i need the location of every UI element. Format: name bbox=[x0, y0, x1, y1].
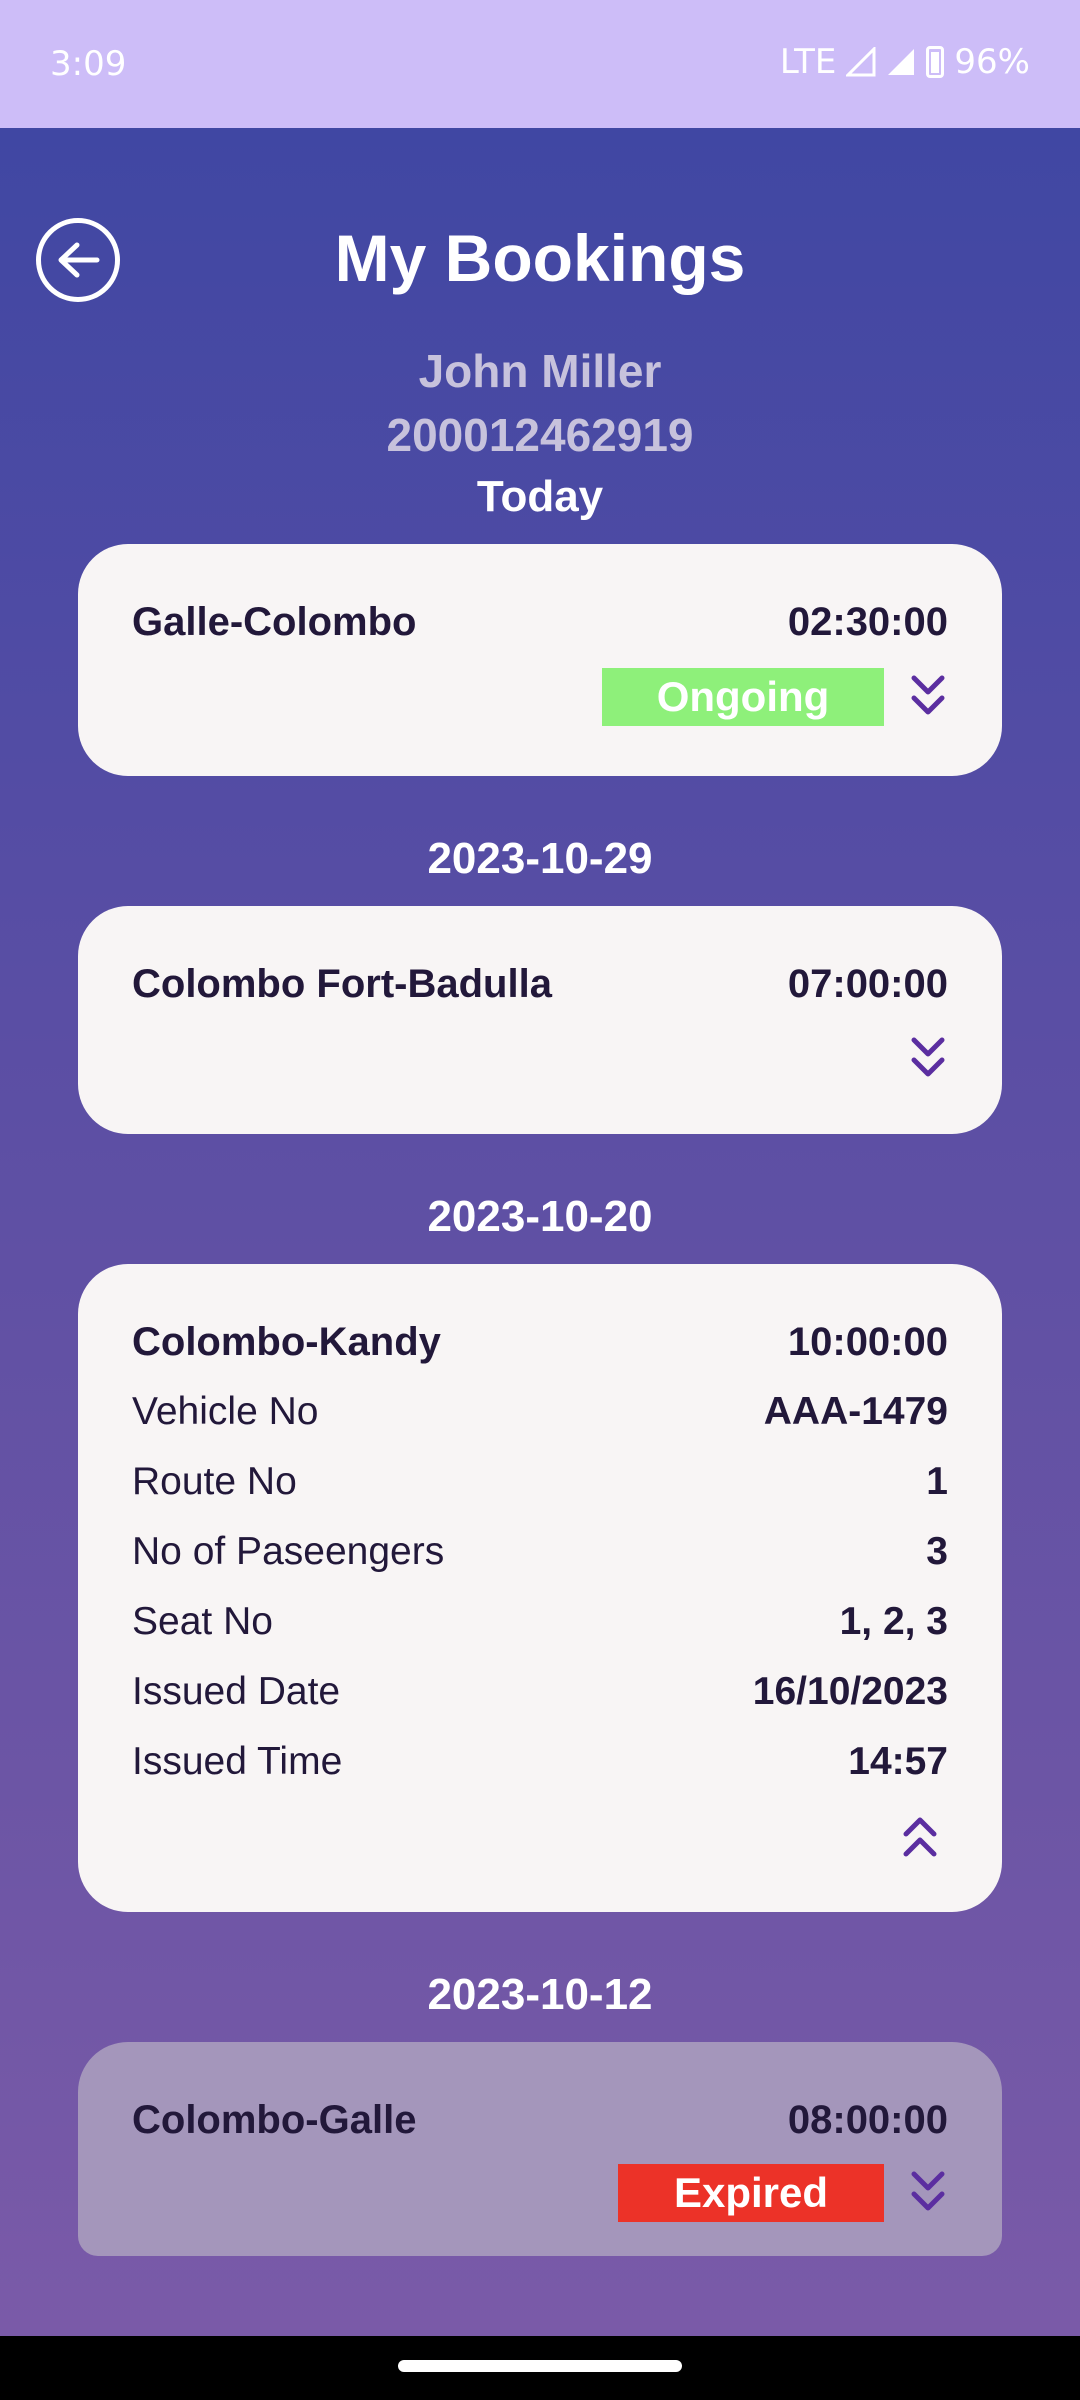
status-icons: LTE 96% bbox=[780, 42, 1030, 82]
booking-route: Colombo-Kandy bbox=[132, 1320, 441, 1364]
page-title: My Bookings bbox=[334, 221, 746, 295]
booking-card-expired[interactable]: Colombo-Galle 08:00:00 Expired bbox=[78, 2042, 1002, 2256]
status-badge: Ongoing bbox=[602, 668, 884, 726]
booking-card-expanded[interactable]: Colombo-Kandy 10:00:00 Vehicle No AAA-14… bbox=[78, 1264, 1002, 1912]
status-time: 3:09 bbox=[50, 44, 127, 84]
booking-time: 02:30:00 bbox=[787, 600, 948, 644]
booking-route: Colombo Fort-Badulla bbox=[132, 962, 552, 1006]
detail-label: Issued Time bbox=[132, 1740, 343, 1783]
detail-row-vehicle: Vehicle No AAA-1479 bbox=[132, 1390, 948, 1440]
detail-label: Issued Date bbox=[132, 1670, 341, 1713]
detail-row-route-no: Route No 1 bbox=[132, 1460, 948, 1510]
chevron-down-icon[interactable] bbox=[906, 1034, 950, 1082]
home-gesture-handle[interactable] bbox=[398, 2360, 682, 2372]
bookings-screen: My Bookings John Miller 200012462919 Tod… bbox=[0, 128, 1080, 2336]
booking-route: Colombo-Galle bbox=[132, 2098, 417, 2142]
chevron-down-icon[interactable] bbox=[906, 672, 950, 720]
battery-level: 96% bbox=[954, 42, 1030, 82]
booking-card[interactable]: Colombo Fort-Badulla 07:00:00 bbox=[78, 906, 1002, 1134]
detail-value: 16/10/2023 bbox=[752, 1670, 948, 1713]
detail-label: No of Paseengers bbox=[132, 1530, 445, 1573]
detail-label: Route No bbox=[132, 1460, 297, 1503]
chevron-down-icon[interactable] bbox=[906, 2168, 950, 2216]
date-header: 2023-10-12 bbox=[427, 1970, 653, 2019]
user-name: John Miller bbox=[418, 345, 662, 397]
detail-row-issued-date: Issued Date 16/10/2023 bbox=[132, 1670, 948, 1720]
booking-time: 08:00:00 bbox=[787, 2098, 948, 2142]
detail-label: Seat No bbox=[132, 1600, 273, 1643]
booking-time: 07:00:00 bbox=[787, 962, 948, 1006]
booking-card[interactable]: Galle-Colombo 02:30:00 Ongoing bbox=[78, 544, 1002, 776]
date-header-today: Today bbox=[476, 472, 604, 521]
network-type: LTE bbox=[779, 42, 837, 82]
detail-row-passengers: No of Paseengers 3 bbox=[132, 1530, 948, 1580]
detail-value: 3 bbox=[926, 1530, 948, 1573]
detail-row-issued-time: Issued Time 14:57 bbox=[132, 1740, 948, 1790]
system-nav-bar bbox=[0, 2336, 1080, 2400]
status-badge: Expired bbox=[618, 2164, 884, 2222]
date-header: 2023-10-20 bbox=[427, 1192, 653, 1241]
booking-time: 10:00:00 bbox=[787, 1320, 948, 1364]
signal-icon bbox=[846, 47, 876, 77]
detail-value: 1 bbox=[926, 1460, 948, 1503]
chevron-up-icon[interactable] bbox=[898, 1812, 942, 1860]
detail-value: 1, 2, 3 bbox=[839, 1600, 948, 1643]
signal-icon-2 bbox=[888, 49, 915, 75]
booking-route: Galle-Colombo bbox=[132, 600, 417, 644]
user-id: 200012462919 bbox=[386, 409, 694, 461]
detail-value: AAA-1479 bbox=[763, 1390, 948, 1433]
battery-icon bbox=[926, 46, 945, 78]
status-bar: 3:09 LTE 96% bbox=[0, 0, 1080, 128]
detail-label: Vehicle No bbox=[132, 1390, 319, 1433]
date-header: 2023-10-29 bbox=[427, 834, 653, 883]
detail-value: 14:57 bbox=[848, 1740, 948, 1783]
detail-row-seat-no: Seat No 1, 2, 3 bbox=[132, 1600, 948, 1650]
